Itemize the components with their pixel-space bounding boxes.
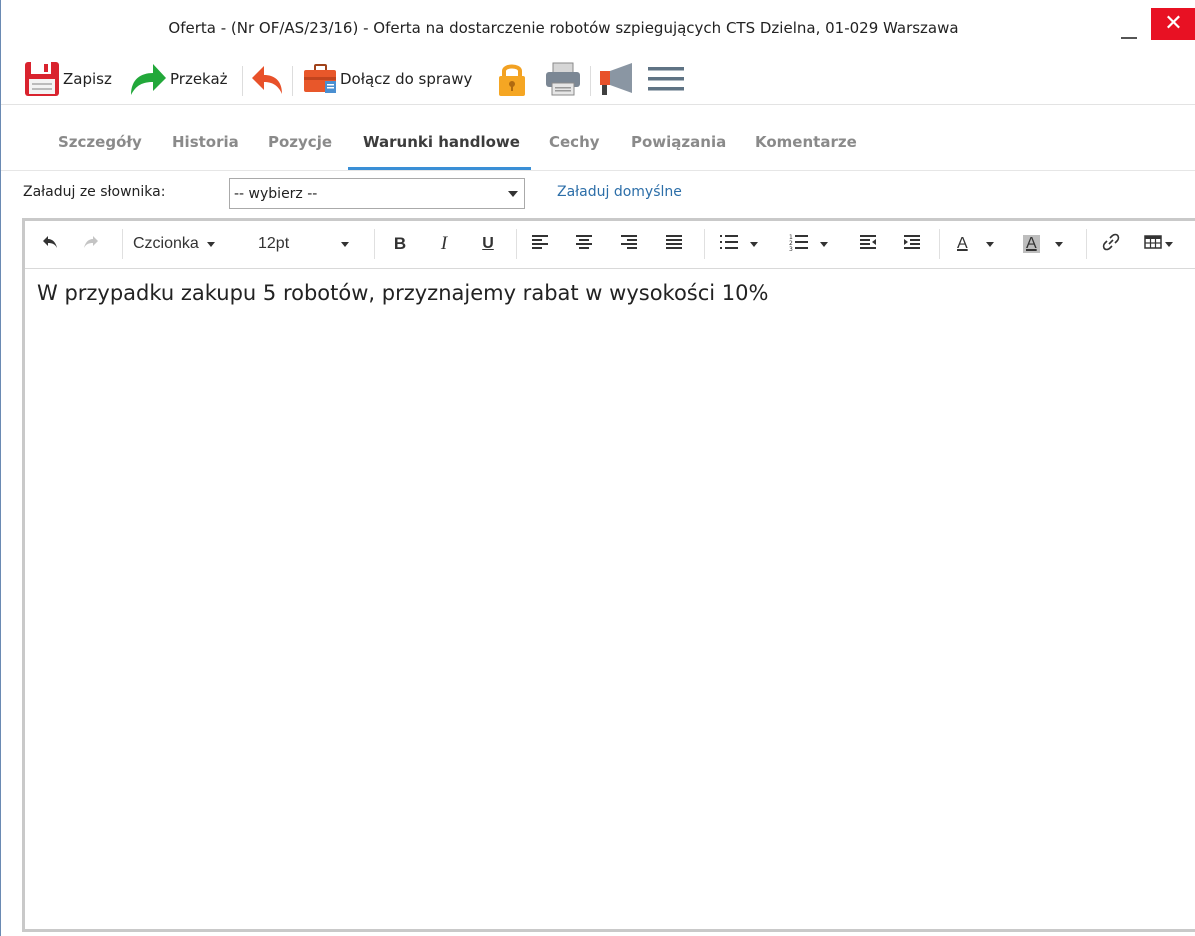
bullet-list-icon (719, 234, 739, 254)
main-toolbar: Zapisz Przekaż Dołącz do sprawy (1, 54, 1195, 105)
align-right-button[interactable] (618, 231, 640, 257)
chevron-down-icon (820, 241, 828, 247)
bold-button[interactable]: B (389, 231, 411, 257)
editor-separator (122, 229, 123, 259)
load-default-link[interactable]: Załaduj domyślne (557, 184, 682, 200)
padlock-icon (496, 60, 528, 98)
link-icon (1102, 233, 1120, 255)
briefcase-icon (303, 63, 339, 95)
megaphone-icon (598, 61, 636, 97)
chevron-down-icon (1165, 241, 1173, 247)
align-justify-button[interactable] (663, 231, 685, 257)
text-color-label: A (957, 235, 968, 252)
text-color-button[interactable]: A (954, 231, 1006, 257)
bullet-list-button[interactable] (719, 231, 767, 257)
chevron-down-icon (750, 241, 758, 247)
font-family-dropdown[interactable]: Czcionka (133, 231, 237, 257)
bold-label: B (393, 234, 407, 253)
editor-separator (939, 229, 940, 259)
forward-label: Przekaż (170, 70, 228, 88)
active-tab-indicator (348, 167, 531, 170)
font-family-label: Czcionka (133, 235, 199, 252)
numbered-list-button[interactable]: 123 (789, 231, 837, 257)
chevron-down-icon (206, 241, 215, 247)
align-left-button[interactable] (529, 231, 551, 257)
hamburger-menu-icon (647, 63, 685, 95)
font-size-dropdown[interactable]: 12pt (258, 231, 362, 257)
editor-separator (516, 229, 517, 259)
align-center-button[interactable] (573, 231, 595, 257)
tab-details[interactable]: Szczegóły (58, 133, 142, 151)
indent-icon (903, 234, 921, 254)
underline-label: U (482, 235, 494, 252)
outdent-icon (859, 234, 877, 254)
tab-relations[interactable]: Powiązania (631, 133, 726, 151)
editor-separator (374, 229, 375, 259)
editor-toolbar: Czcionka 12pt B I U 1 2 3 A A (25, 221, 1195, 269)
tab-trade-terms[interactable]: Warunki handlowe (363, 133, 520, 151)
underline-button[interactable]: U (477, 231, 499, 257)
align-right-icon (620, 234, 638, 254)
italic-button[interactable]: I (433, 231, 455, 257)
insert-link-button[interactable] (1099, 231, 1123, 257)
floppy-disk-icon (24, 61, 60, 97)
dictionary-select[interactable]: -- wybierz -- (229, 178, 525, 209)
dictionary-row: Załaduj ze słownika: -- wybierz -- Załad… (1, 171, 1195, 217)
toolbar-separator (292, 66, 293, 96)
reply-arrow-icon (250, 62, 284, 96)
editor-content[interactable]: W przypadku zakupu 5 robotów, przyznajem… (37, 281, 768, 305)
italic-label: I (440, 233, 448, 254)
forward-arrow-icon (129, 61, 167, 97)
tab-items[interactable]: Pozycje (268, 133, 332, 151)
undo-button[interactable] (39, 231, 61, 257)
attach-to-case-label: Dołącz do sprawy (340, 70, 473, 88)
chevron-down-icon (341, 241, 350, 247)
chevron-down-icon (508, 191, 518, 197)
background-color-button[interactable]: A (1023, 231, 1075, 257)
redo-icon (82, 233, 100, 255)
insert-table-button[interactable] (1144, 231, 1184, 257)
numbered-list-icon: 123 (789, 233, 809, 255)
close-button[interactable]: ✕ (1151, 8, 1195, 40)
title-bar: Oferta - (Nr OF/AS/23/16) - Oferta na do… (1, 0, 1195, 54)
chevron-down-icon (985, 241, 994, 247)
offer-window: Oferta - (Nr OF/AS/23/16) - Oferta na do… (0, 0, 1195, 936)
dictionary-select-value: -- wybierz -- (234, 186, 318, 202)
dictionary-label: Załaduj ze słownika: (23, 184, 166, 200)
toolbar-separator (242, 66, 243, 96)
printer-icon (544, 61, 582, 97)
font-size-label: 12pt (258, 235, 290, 252)
redo-button[interactable] (80, 231, 102, 257)
forward-button[interactable]: Przekaż (129, 54, 228, 104)
save-label: Zapisz (63, 70, 112, 88)
table-icon (1144, 234, 1162, 254)
lock-button[interactable] (496, 54, 528, 104)
indent-button[interactable] (901, 231, 923, 257)
tab-comments[interactable]: Komentarze (755, 133, 857, 151)
svg-text:3: 3 (789, 246, 793, 251)
undo-icon (41, 233, 59, 255)
window-title: Oferta - (Nr OF/AS/23/16) - Oferta na do… (168, 19, 959, 37)
editor-separator (1086, 229, 1087, 259)
background-color-label: A (1023, 235, 1040, 253)
toolbar-separator (590, 66, 591, 96)
outdent-button[interactable] (857, 231, 879, 257)
align-justify-icon (665, 234, 683, 254)
print-button[interactable] (544, 54, 582, 104)
editor-separator (704, 229, 705, 259)
minimize-button[interactable] (1118, 20, 1140, 42)
attach-to-case-button[interactable]: Dołącz do sprawy (303, 54, 472, 104)
save-button[interactable]: Zapisz (24, 54, 112, 104)
align-left-icon (531, 234, 549, 254)
rich-text-editor: Czcionka 12pt B I U 1 2 3 A A W przypadk… (22, 218, 1195, 932)
reply-button[interactable] (250, 54, 284, 104)
tab-bar: Szczegóły Historia Pozycje Warunki handl… (1, 105, 1195, 171)
tab-history[interactable]: Historia (172, 133, 239, 151)
tab-features[interactable]: Cechy (549, 133, 600, 151)
announce-button[interactable] (598, 54, 636, 104)
align-center-icon (575, 234, 593, 254)
more-menu-button[interactable] (647, 54, 685, 104)
chevron-down-icon (1054, 241, 1063, 247)
